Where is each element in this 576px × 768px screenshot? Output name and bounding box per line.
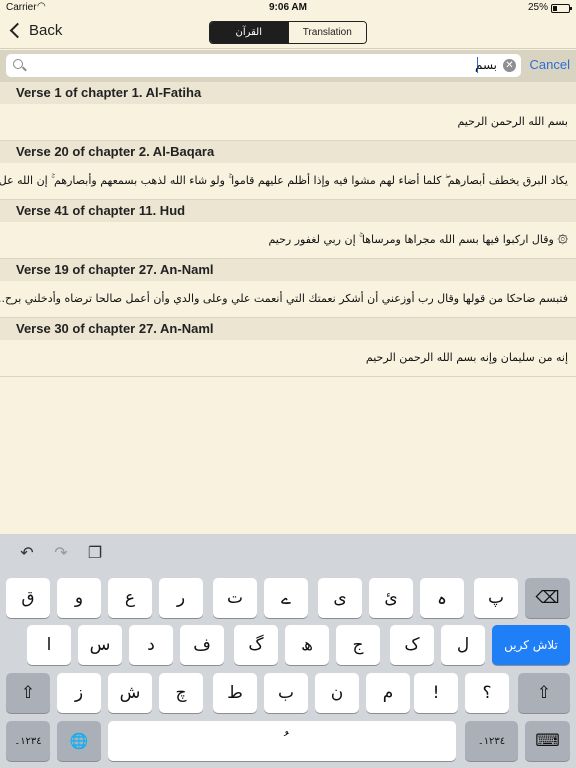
- space-key[interactable]: ُ: [108, 721, 456, 761]
- shift-key-right[interactable]: ⇧: [518, 673, 570, 713]
- key[interactable]: ز: [57, 673, 101, 713]
- key[interactable]: ب: [264, 673, 308, 713]
- result-text: بسم الله الرحمن الرحيم: [457, 115, 568, 128]
- segment-translation[interactable]: Translation: [287, 22, 366, 43]
- chevron-left-icon: [9, 22, 26, 39]
- battery-percent: 25%: [527, 2, 548, 13]
- dismiss-keyboard-icon[interactable]: ⌨: [525, 721, 570, 761]
- key[interactable]: ع: [108, 578, 152, 618]
- result-title: Verse 41 of chapter 11. Hud: [0, 200, 576, 222]
- shift-key-left[interactable]: ⇧: [6, 673, 50, 713]
- list-item[interactable]: Verse 1 of chapter 1. Al-Fatiha بسم الله…: [0, 82, 576, 141]
- search-value: بسم: [474, 58, 497, 72]
- search-icon: [13, 59, 23, 69]
- key[interactable]: چ: [159, 673, 203, 713]
- key[interactable]: ہ: [420, 578, 464, 618]
- result-text: إنه من سليمان وإنه بسم الله الرحمن الرحي…: [365, 351, 568, 364]
- results-list: Verse 1 of chapter 1. Al-Fatiha بسم الله…: [0, 82, 576, 377]
- key[interactable]: ت: [213, 578, 257, 618]
- result-text: يكاد البرق يخطف أبصارهم ۖ كلما أضاء لهم …: [0, 174, 568, 187]
- backspace-key[interactable]: ⌫: [525, 578, 570, 618]
- key[interactable]: ک: [390, 625, 434, 665]
- key[interactable]: ھ: [285, 625, 329, 665]
- key[interactable]: ق: [6, 578, 50, 618]
- globe-icon[interactable]: 🌐: [57, 721, 101, 761]
- key[interactable]: ئ: [369, 578, 413, 618]
- result-title: Verse 20 of chapter 2. Al-Baqara: [0, 141, 576, 163]
- keyboard: ↶ ↷ ❐ ق و ع ر ت ے ی ئ ہ پ ⌫ ا س د ف گ ھ …: [0, 534, 576, 768]
- list-item[interactable]: Verse 20 of chapter 2. Al-Baqara يكاد ال…: [0, 141, 576, 200]
- key[interactable]: ی: [318, 578, 362, 618]
- key[interactable]: س: [78, 625, 122, 665]
- key[interactable]: گ: [234, 625, 278, 665]
- clear-icon[interactable]: ✕: [503, 59, 516, 72]
- back-button[interactable]: Back: [8, 22, 62, 39]
- key[interactable]: م: [366, 673, 410, 713]
- key[interactable]: ج: [336, 625, 380, 665]
- list-item[interactable]: Verse 30 of chapter 27. An-Naml إنه من س…: [0, 318, 576, 377]
- key[interactable]: ن: [315, 673, 359, 713]
- keyboard-toolbar: ↶ ↷ ❐: [0, 534, 576, 574]
- key[interactable]: ط: [213, 673, 257, 713]
- result-title: Verse 30 of chapter 27. An-Naml: [0, 318, 576, 340]
- numbers-key-left[interactable]: ١٢٣٤۔: [6, 721, 50, 761]
- status-time: 9:06 AM: [269, 2, 307, 13]
- search-return-key[interactable]: تلاش کریں: [492, 625, 570, 665]
- undo-icon[interactable]: ↶: [17, 544, 37, 564]
- redo-icon[interactable]: ↷: [51, 544, 71, 564]
- key[interactable]: ؟: [465, 673, 509, 713]
- cancel-button[interactable]: Cancel: [530, 57, 570, 72]
- key[interactable]: ے: [264, 578, 308, 618]
- list-item[interactable]: Verse 19 of chapter 27. An-Naml فتبسم ضا…: [0, 259, 576, 318]
- battery-icon: [551, 4, 572, 13]
- paste-icon[interactable]: ❐: [85, 544, 105, 564]
- key[interactable]: ر: [159, 578, 203, 618]
- status-bar: Carrier ◠ 9:06 AM 25%: [0, 0, 576, 16]
- list-item[interactable]: Verse 41 of chapter 11. Hud ۞ وقال اركبو…: [0, 200, 576, 259]
- key[interactable]: و: [57, 578, 101, 618]
- key[interactable]: ف: [180, 625, 224, 665]
- result-title: Verse 1 of chapter 1. Al-Fatiha: [0, 82, 576, 104]
- search-bar: بسم ✕ Cancel: [0, 50, 576, 82]
- result-title: Verse 19 of chapter 27. An-Naml: [0, 259, 576, 281]
- result-text: ۞ وقال اركبوا فيها بسم الله مجراها ومرسا…: [268, 233, 568, 246]
- segmented-control: القرآن Translation: [209, 21, 367, 44]
- nav-bar: Back القرآن Translation: [0, 16, 576, 49]
- key[interactable]: ش: [108, 673, 152, 713]
- segment-quran[interactable]: القرآن: [210, 22, 288, 43]
- back-label: Back: [29, 22, 63, 39]
- numbers-key-right[interactable]: ١٢٣٤۔: [465, 721, 518, 761]
- result-text: فتبسم ضاحكا من قولها وقال رب أوزعني أن أ…: [0, 292, 568, 305]
- key[interactable]: !: [414, 673, 458, 713]
- key[interactable]: ل: [441, 625, 485, 665]
- key[interactable]: پ: [474, 578, 518, 618]
- search-input[interactable]: بسم ✕: [6, 54, 521, 77]
- key[interactable]: د: [129, 625, 173, 665]
- key[interactable]: ا: [27, 625, 71, 665]
